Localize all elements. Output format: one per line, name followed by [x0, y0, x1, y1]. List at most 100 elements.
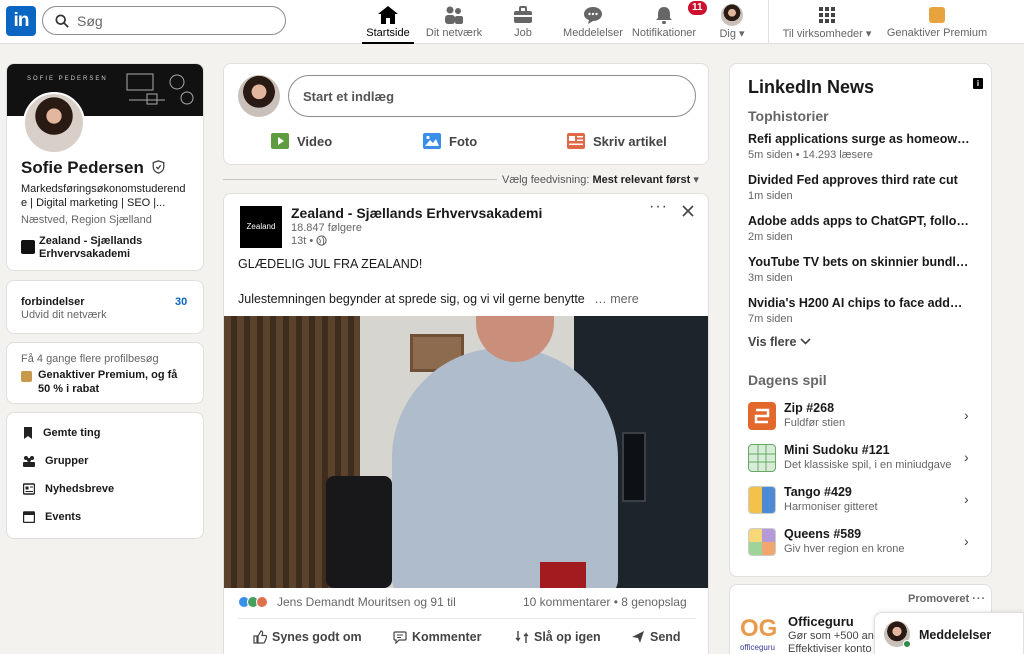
- see-more-link[interactable]: … mere: [594, 292, 638, 306]
- profile-headline-line-2: e | Digital marketing | SEO |...: [21, 197, 166, 209]
- bookmark-icon: [24, 427, 32, 439]
- calendar-icon: [23, 511, 35, 523]
- groups-icon: [23, 456, 35, 467]
- chevron-right-icon: ›: [964, 407, 969, 423]
- promoted-label: Promoveret ···: [908, 593, 987, 605]
- nav-jobs-label: Job: [514, 27, 532, 39]
- nav-me[interactable]: Dig ▾: [716, 0, 748, 44]
- newsletters-link[interactable]: Nyhedsbreve: [23, 483, 114, 495]
- chevron-right-icon: ›: [964, 491, 969, 507]
- post-followers: 18.847 følgere: [291, 222, 362, 234]
- premium-promo-text: Få 4 gange flere profilbesøg: [21, 353, 159, 365]
- online-status-dot: [903, 640, 911, 648]
- profile-location: Næstved, Region Sjælland: [21, 214, 152, 226]
- like-button[interactable]: Synes godt om: [253, 630, 362, 644]
- events-link[interactable]: Events: [23, 511, 81, 523]
- nav-divider: [768, 0, 769, 44]
- premium-badge-icon: [21, 371, 32, 382]
- top-navigation-bar: in Startside Dit netværk Job Meddelelser…: [0, 0, 1024, 44]
- premium-promo-cta-line-2[interactable]: 50 % i rabat: [38, 383, 99, 395]
- nav-home[interactable]: Startside: [362, 0, 414, 44]
- composer-video-button[interactable]: Video: [271, 133, 332, 149]
- nav-notifications[interactable]: 11 Notifikationer: [630, 0, 707, 44]
- user-avatar: [721, 4, 743, 26]
- promo-brand: Officeguru: [788, 614, 854, 629]
- news-item[interactable]: Divided Fed approves third rate cut 1m s…: [748, 173, 978, 202]
- video-chair: [326, 476, 392, 588]
- zip-game-icon: [748, 402, 776, 430]
- connections-count: 30: [175, 296, 188, 308]
- reaction-icons[interactable]: [238, 596, 268, 608]
- info-icon[interactable]: i: [973, 78, 983, 89]
- nav-network[interactable]: Dit netværk: [424, 0, 484, 44]
- video-icon: [271, 133, 289, 149]
- post-actions-divider: [238, 618, 696, 619]
- company-logo[interactable]: Zealand: [240, 206, 282, 248]
- close-icon[interactable]: [682, 205, 694, 217]
- chevron-right-icon: ›: [964, 449, 969, 465]
- linkedin-logo[interactable]: in: [6, 6, 36, 36]
- game-item-mini-sudoku[interactable]: Mini Sudoku #121 Det klassiske spil, i e…: [748, 443, 978, 473]
- profile-name[interactable]: Sofie Pedersen: [21, 158, 165, 178]
- chevron-right-icon: ›: [964, 533, 969, 549]
- post-video[interactable]: [224, 316, 708, 588]
- search-box[interactable]: [42, 6, 286, 35]
- news-item[interactable]: Adobe adds apps to ChatGPT, follo… 2m si…: [748, 214, 978, 243]
- post-author[interactable]: Zealand - Sjællands Erhvervsakademi: [291, 205, 542, 221]
- composer-photo-button[interactable]: Foto: [423, 133, 477, 149]
- post-reactions-text[interactable]: Jens Demandt Mouritsen og 91 til: [277, 595, 456, 609]
- tango-game-icon: [748, 486, 776, 514]
- game-item-tango[interactable]: Tango #429 Harmoniser gitteret ›: [748, 485, 978, 515]
- profile-school-line-1[interactable]: Zealand - Sjællands: [39, 235, 142, 247]
- news-item[interactable]: YouTube TV bets on skinnier bundl… 3m si…: [748, 255, 978, 284]
- grid-icon: [819, 7, 835, 23]
- search-input[interactable]: [77, 13, 277, 29]
- premium-promo-cta-line-1[interactable]: Genaktiver Premium, og få: [38, 369, 177, 381]
- start-post-placeholder: Start et indlæg: [303, 89, 395, 104]
- nav-for-business-label: Til virksomheder ▾: [782, 28, 872, 40]
- messaging-overlay[interactable]: Meddelelser: [874, 612, 1024, 654]
- globe-icon: [316, 235, 327, 246]
- saved-items-link[interactable]: Gemte ting: [23, 427, 100, 439]
- repost-button[interactable]: Slå op igen: [515, 630, 601, 644]
- banner-graphics-icon: [126, 73, 194, 105]
- connections-label: forbindelser: [21, 296, 85, 308]
- profile-headline-line-1: Markedsføringsøkonomstuderend: [21, 183, 186, 195]
- shortcuts-card: Gemte ting Grupper Nyhedsbreve Events: [6, 412, 204, 539]
- news-item[interactable]: Nvidia's H200 AI chips to face add… 7m s…: [748, 296, 978, 325]
- nav-messaging[interactable]: Meddelelser: [562, 0, 624, 44]
- news-card: LinkedIn News i Tophistorier Refi applic…: [729, 63, 992, 577]
- nav-premium[interactable]: Genaktiver Premium: [884, 0, 990, 44]
- show-more-news-button[interactable]: Vis flere: [748, 335, 811, 349]
- grow-network-link[interactable]: Udvid dit netværk: [21, 309, 107, 321]
- start-post-button[interactable]: Start et indlæg: [288, 75, 696, 117]
- connections-card[interactable]: forbindelser 30 Udvid dit netværk: [6, 280, 204, 334]
- nav-jobs[interactable]: Job: [508, 0, 538, 44]
- composer-avatar[interactable]: [238, 75, 280, 117]
- love-reaction-icon: [256, 596, 268, 608]
- message-icon: [584, 7, 602, 24]
- post-time: 13t •: [291, 235, 327, 247]
- profile-avatar[interactable]: [23, 92, 85, 154]
- promo-line-2: Effektiviser konto: [788, 643, 872, 654]
- comment-button[interactable]: Kommenter: [393, 630, 481, 644]
- groups-link[interactable]: Grupper: [23, 455, 88, 467]
- nav-for-business[interactable]: Til virksomheder ▾: [780, 0, 874, 44]
- chevron-down-icon: [800, 338, 811, 345]
- feed-sort-control[interactable]: Vælg feedvisning: Mest relevant først ▾: [502, 173, 699, 186]
- comment-icon: [393, 631, 407, 644]
- photo-icon: [423, 133, 441, 149]
- post-more-options-button[interactable]: ···: [649, 198, 668, 216]
- send-icon: [632, 631, 644, 643]
- profile-card: SOFIE PEDERSEN Sofie Pedersen Markedsfør…: [6, 63, 204, 271]
- premium-promo-card[interactable]: Få 4 gange flere profilbesøg Genaktiver …: [6, 342, 204, 404]
- send-button[interactable]: Send: [631, 630, 681, 644]
- news-item[interactable]: Refi applications surge as homeow… 5m si…: [748, 132, 978, 161]
- composer-write-article-button[interactable]: Skriv artikel: [567, 133, 667, 149]
- briefcase-icon: [514, 6, 532, 23]
- game-item-zip[interactable]: Zip #268 Fuldfør stien ›: [748, 401, 978, 431]
- post-comments-reposts[interactable]: 10 kommentarer • 8 genopslag: [523, 595, 687, 609]
- profile-school-line-2[interactable]: Erhvervsakademi: [39, 248, 130, 260]
- game-item-queens[interactable]: Queens #589 Giv hver region en krone ›: [748, 527, 978, 557]
- post-text-line-1: GLÆDELIG JUL FRA ZEALAND!: [238, 257, 423, 271]
